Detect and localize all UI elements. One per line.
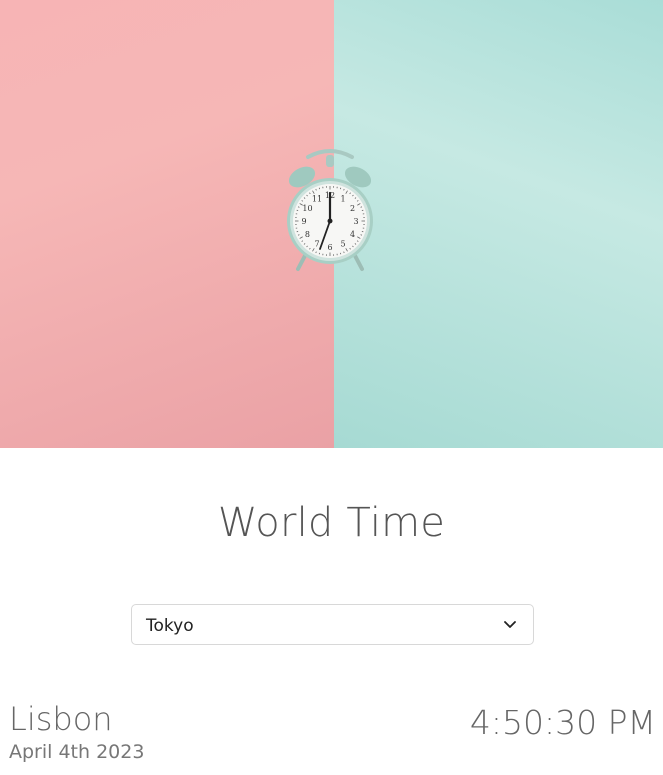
clock-numeral: 2 [350, 204, 355, 213]
clock-numeral: 10 [302, 204, 312, 213]
clock-tick [360, 206, 363, 208]
clock-tick [297, 234, 300, 236]
chevron-down-icon [504, 621, 516, 628]
city-select[interactable]: Tokyo [131, 604, 534, 645]
clock-tick [315, 188, 317, 191]
clock-numeral: 11 [312, 194, 322, 203]
clock-tick [343, 251, 345, 254]
city-select-value: Tokyo [146, 616, 194, 636]
city-name: Lisbon [9, 700, 113, 738]
clock-numeral: 4 [350, 230, 355, 239]
alarm-clock-icon: 121234567891011 [287, 149, 373, 271]
clock-numeral: 6 [327, 243, 332, 252]
clock-tick [343, 188, 345, 191]
clock-numeral: 8 [305, 230, 310, 239]
clock-numeral: 3 [353, 217, 358, 226]
hero-mint-panel [334, 0, 663, 448]
page-title: World Time [217, 500, 446, 546]
clock-tick [297, 206, 300, 208]
city-time: 4:50:30 PM [469, 703, 656, 742]
clock-numeral: 7 [314, 240, 319, 249]
clock-tick [315, 251, 317, 254]
clock-tick [360, 234, 363, 236]
city-date: April 4th 2023 [9, 741, 145, 763]
hero-image: 121234567891011 [0, 0, 663, 448]
clock-numeral: 9 [301, 217, 306, 226]
clock-numeral: 5 [340, 240, 345, 249]
clock-numeral: 1 [340, 194, 345, 203]
